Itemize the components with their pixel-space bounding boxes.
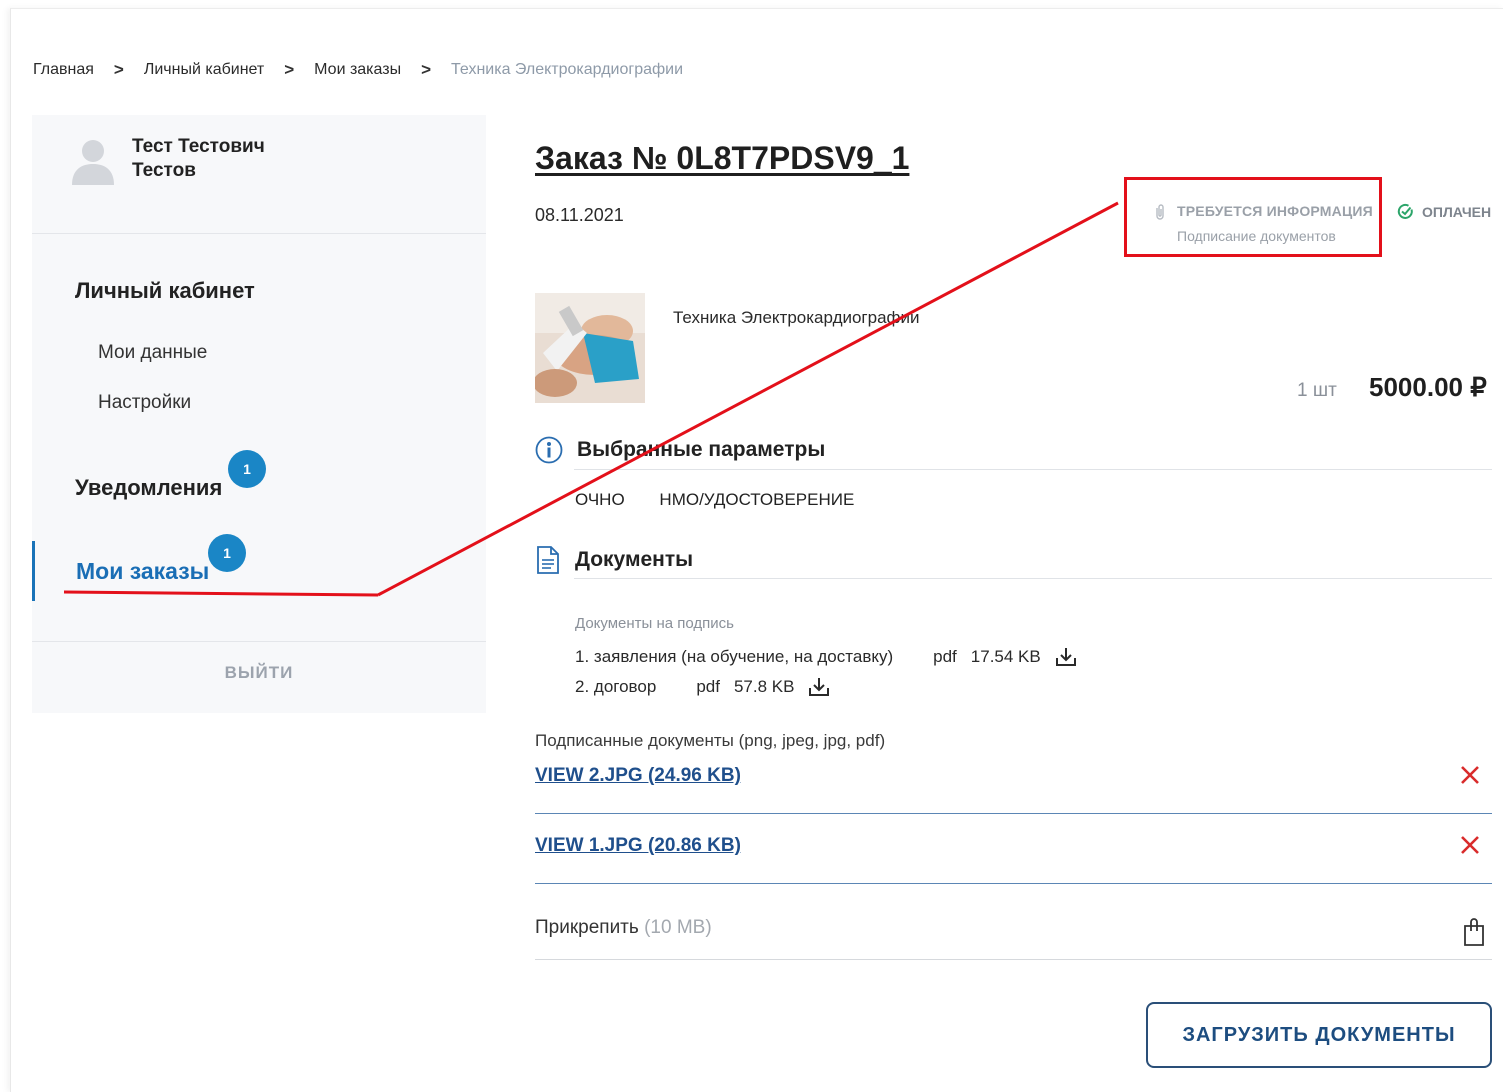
divider xyxy=(574,578,1492,579)
attach-bag-icon[interactable] xyxy=(1462,917,1486,947)
attach-field[interactable]: Прикрепить (10 MB) xyxy=(535,905,1492,960)
status-info-sub: Подписание документов xyxy=(1177,228,1336,244)
status-info-label: ТРЕБУЕТСЯ ИНФОРМАЦИЯ xyxy=(1177,203,1373,219)
document-size: 17.54 KB xyxy=(970,647,1041,666)
profile-block: Тест Тестович Тестов xyxy=(32,115,486,234)
sidebar-item-notifications[interactable]: Уведомления xyxy=(75,475,222,501)
sidebar-item-settings[interactable]: Настройки xyxy=(98,392,191,414)
breadcrumb-separator-icon: > xyxy=(421,60,432,79)
breadcrumb-separator-icon: > xyxy=(113,60,124,79)
document-row: 1. заявления (на обучение, на доставку) … xyxy=(575,647,1077,667)
signed-file-row: VIEW 1.JPG (20.86 KB) xyxy=(535,827,1492,884)
document-icon xyxy=(537,546,559,574)
profile-name-first: Тест Тестович xyxy=(132,136,265,157)
avatar-icon xyxy=(72,140,114,185)
document-row: 2. договор pdf 57.8 KB xyxy=(575,677,830,697)
breadcrumb-orders[interactable]: Мои заказы xyxy=(314,61,401,79)
param-item: ОЧНО xyxy=(575,490,625,509)
download-icon[interactable] xyxy=(808,677,830,697)
notifications-badge: 1 xyxy=(228,450,266,488)
product-name[interactable]: Техника Электрокардиографии xyxy=(673,308,920,328)
delete-icon[interactable] xyxy=(1458,833,1482,857)
breadcrumb-current: Техника Электрокардиографии xyxy=(451,61,684,78)
params-header: Выбранные параметры xyxy=(535,436,825,464)
signed-file-row: VIEW 2.JPG (24.96 KB) xyxy=(535,757,1492,814)
sidebar-heading-cabinet[interactable]: Личный кабинет xyxy=(75,278,255,304)
logout-button[interactable]: ВЫЙТИ xyxy=(32,663,486,683)
param-item: НМО/УДОСТОВЕРЕНИЕ xyxy=(659,490,855,509)
download-icon[interactable] xyxy=(1055,647,1077,667)
attach-limit: (10 MB) xyxy=(644,917,712,938)
sidebar-item-my-orders[interactable]: Мои заказы xyxy=(76,558,209,585)
profile-name-last: Тестов xyxy=(132,160,196,181)
order-date: 08.11.2021 xyxy=(535,205,624,225)
attach-label: Прикрепить (10 MB) xyxy=(535,917,712,939)
paperclip-icon xyxy=(1156,204,1164,220)
sidebar-item-my-data[interactable]: Мои данные xyxy=(98,342,207,364)
documents-header: Документы xyxy=(535,545,693,575)
breadcrumb-separator-icon: > xyxy=(284,60,295,79)
status-paid: ОПЛАЧЕН xyxy=(1397,203,1491,220)
upload-documents-button[interactable]: ЗАГРУЗИТЬ ДОКУМЕНТЫ xyxy=(1146,1002,1492,1068)
orders-badge: 1 xyxy=(208,534,246,572)
product-image[interactable] xyxy=(535,293,645,403)
check-circle-icon xyxy=(1397,204,1413,219)
params-list: ОЧНО НМО/УДОСТОВЕРЕНИЕ xyxy=(575,490,884,510)
sidebar: Тест Тестович Тестов Личный кабинет Мои … xyxy=(32,115,486,713)
documents-title: Документы xyxy=(575,548,694,571)
document-size: 57.8 KB xyxy=(733,677,795,696)
document-format: pdf xyxy=(933,647,957,666)
divider xyxy=(32,641,486,642)
attach-label-text: Прикрепить xyxy=(535,917,639,938)
signed-file-link[interactable]: VIEW 1.JPG (20.86 KB) xyxy=(535,835,741,857)
delete-icon[interactable] xyxy=(1458,763,1482,787)
document-name: 2. договор xyxy=(575,677,657,696)
breadcrumb-cabinet[interactable]: Личный кабинет xyxy=(144,61,264,79)
active-indicator xyxy=(32,541,35,601)
product-price: 5000.00 ₽ xyxy=(1369,372,1487,402)
status-paid-label: ОПЛАЧЕН xyxy=(1422,203,1492,220)
info-icon xyxy=(535,436,563,464)
divider xyxy=(574,469,1492,470)
document-format: pdf xyxy=(696,677,720,696)
signed-documents-label: Подписанные документы (png, jpeg, jpg, p… xyxy=(535,731,886,750)
product-quantity: 1 шт xyxy=(1297,380,1337,401)
document-name: 1. заявления (на обучение, на доставку) xyxy=(575,647,894,666)
documents-to-sign-label: Документы на подпись xyxy=(575,615,734,632)
params-title: Выбранные параметры xyxy=(577,438,826,461)
signed-file-link[interactable]: VIEW 2.JPG (24.96 KB) xyxy=(535,765,741,787)
profile-name: Тест Тестович Тестов xyxy=(132,135,265,183)
breadcrumb: Главная > Личный кабинет > Мои заказы > … xyxy=(33,60,683,80)
order-title: Заказ № 0L8T7PDSV9_1 xyxy=(535,140,910,176)
breadcrumb-home[interactable]: Главная xyxy=(33,61,94,79)
